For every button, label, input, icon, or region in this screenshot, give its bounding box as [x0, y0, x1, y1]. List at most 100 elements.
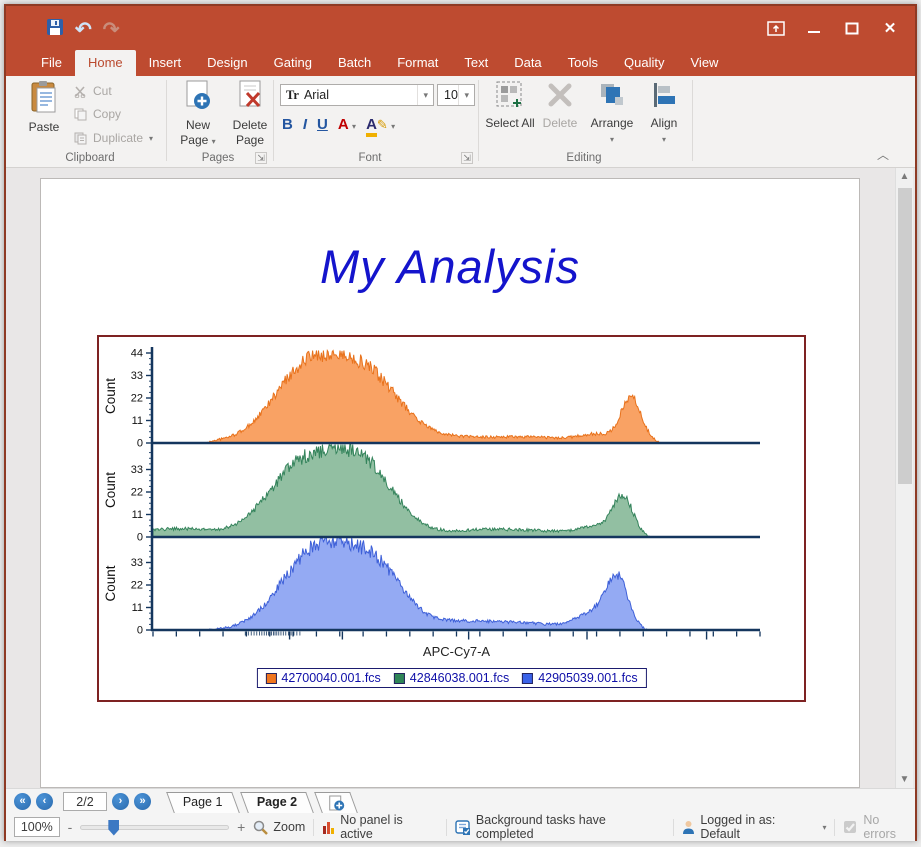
- legend-swatch-icon: [394, 673, 405, 684]
- background-tasks-status[interactable]: Background tasks have completed: [455, 813, 665, 841]
- menu-tab-gating[interactable]: Gating: [261, 50, 325, 76]
- dropdown-arrow-icon: ▾: [149, 134, 153, 143]
- delete-page-icon: [224, 80, 276, 115]
- align-button[interactable]: Align▾: [638, 80, 690, 145]
- scroll-down-icon[interactable]: ▼: [896, 771, 913, 788]
- page-title[interactable]: My Analysis: [41, 239, 859, 294]
- italic-button[interactable]: I: [303, 116, 307, 133]
- quick-access-toolbar: ↶ ↷: [46, 18, 120, 41]
- menu-tab-home[interactable]: Home: [75, 50, 136, 76]
- menu-tab-tools[interactable]: Tools: [555, 50, 611, 76]
- zoom-slider-thumb[interactable]: [108, 820, 119, 836]
- x-axis-label: APC-Cy7-A: [423, 644, 491, 659]
- login-status[interactable]: Logged in as: Default ▾: [682, 813, 826, 841]
- svg-text:33: 33: [131, 370, 143, 382]
- svg-text:44: 44: [131, 348, 143, 360]
- first-page-button[interactable]: «: [14, 793, 31, 810]
- page-tab-page-2[interactable]: Page 2: [240, 792, 314, 813]
- menu-tab-data[interactable]: Data: [501, 50, 554, 76]
- select-all-button[interactable]: Select All: [484, 80, 536, 131]
- menu-tab-quality[interactable]: Quality: [611, 50, 677, 76]
- pager-bar: « ‹ 2/2 › » Page 1Page 2: [6, 788, 915, 813]
- underline-button[interactable]: U: [317, 116, 328, 133]
- arrange-icon: [586, 80, 638, 113]
- maximize-icon[interactable]: [841, 18, 863, 38]
- menu-tab-insert[interactable]: Insert: [136, 50, 195, 76]
- minimize-icon[interactable]: [803, 18, 825, 38]
- scrollbar-thumb[interactable]: [898, 188, 912, 484]
- histogram-series-2: [153, 538, 760, 631]
- previous-page-button[interactable]: ‹: [36, 793, 53, 810]
- last-page-button[interactable]: »: [134, 793, 151, 810]
- menu-bar: FileHomeInsertDesignGatingBatchFormatTex…: [6, 49, 915, 76]
- ribbon: Paste Cut Copy Duplicate ▾ Clipboard New…: [6, 76, 915, 168]
- duplicate-icon: [74, 132, 87, 145]
- svg-text:0: 0: [137, 625, 143, 637]
- group-separator: [692, 80, 693, 161]
- collapse-ribbon-icon[interactable]: [765, 18, 787, 38]
- page-position[interactable]: 2/2: [63, 792, 107, 811]
- pages-dialog-launcher-icon[interactable]: ⇲: [255, 152, 267, 164]
- svg-text:22: 22: [131, 580, 143, 592]
- menu-tab-view[interactable]: View: [678, 50, 732, 76]
- vertical-scrollbar[interactable]: ▲ ▼: [895, 168, 913, 788]
- svg-text:22: 22: [131, 487, 143, 499]
- editing-group-label: Editing: [484, 152, 684, 164]
- cut-icon: [74, 85, 87, 98]
- zoom-tool[interactable]: Zoom: [253, 820, 305, 835]
- paste-button[interactable]: Paste: [18, 80, 70, 135]
- copy-icon: [74, 108, 87, 121]
- legend-swatch-icon: [522, 673, 533, 684]
- delete-page-button[interactable]: Delete Page: [224, 80, 276, 147]
- chart-legend[interactable]: 42700040.001.fcs42846038.001.fcs42905039…: [256, 668, 646, 688]
- next-page-button[interactable]: ›: [112, 793, 129, 810]
- dropdown-arrow-icon: ▾: [417, 85, 433, 105]
- arrange-button[interactable]: Arrange▾: [586, 80, 638, 145]
- no-errors-status: No errors: [843, 813, 915, 841]
- font-size-select[interactable]: 10 ▾: [437, 84, 475, 106]
- undo-icon[interactable]: ↶: [75, 20, 92, 40]
- dropdown-arrow-icon: ▾: [822, 823, 826, 832]
- zoom-in-label[interactable]: +: [237, 819, 245, 835]
- group-separator: [166, 80, 167, 161]
- y-axis-label: Count: [103, 472, 118, 508]
- bold-button[interactable]: B: [282, 116, 293, 133]
- histogram-chart[interactable]: 011223344Count0112233Count0112233CountAP…: [97, 335, 806, 702]
- page-tab-page-1[interactable]: Page 1: [166, 792, 239, 813]
- new-page-button[interactable]: New Page ▾: [172, 80, 224, 147]
- menu-tab-text[interactable]: Text: [451, 50, 501, 76]
- svg-text:0: 0: [137, 532, 143, 544]
- dropdown-arrow-icon: ▾: [610, 135, 614, 144]
- menu-tab-file[interactable]: File: [28, 50, 75, 76]
- check-icon: [843, 820, 858, 834]
- menu-tab-batch[interactable]: Batch: [325, 50, 384, 76]
- delete-button: Delete: [534, 80, 586, 131]
- zoom-value[interactable]: 100%: [14, 817, 60, 837]
- menu-tab-design[interactable]: Design: [194, 50, 260, 76]
- y-axis-label: Count: [103, 378, 118, 414]
- font-dialog-launcher-icon[interactable]: ⇲: [461, 152, 473, 164]
- dropdown-arrow-icon: ▾: [662, 135, 666, 144]
- collapse-ribbon-chevron-icon[interactable]: ︿: [877, 146, 889, 163]
- panel-status[interactable]: No panel is active: [322, 813, 438, 841]
- font-family-select[interactable]: Tr Arial ▾: [280, 84, 434, 106]
- font-color-button[interactable]: A ▾: [338, 116, 356, 133]
- save-icon[interactable]: [46, 18, 64, 41]
- add-page-tab[interactable]: [314, 792, 358, 813]
- legend-swatch-icon: [265, 673, 276, 684]
- scroll-up-icon[interactable]: ▲: [896, 168, 913, 185]
- close-icon[interactable]: ✕: [879, 18, 901, 38]
- magnifier-icon: [253, 820, 268, 835]
- svg-text:33: 33: [131, 464, 143, 476]
- zoom-slider[interactable]: [80, 825, 229, 830]
- tasks-icon: [455, 820, 471, 835]
- menu-tab-format[interactable]: Format: [384, 50, 451, 76]
- redo-icon: ↷: [103, 20, 120, 40]
- paste-icon: [18, 80, 70, 117]
- titlebar: ↶ ↷ ✕: [6, 6, 915, 49]
- highlight-button[interactable]: A✎ ▾: [366, 116, 395, 133]
- panel-bars-icon: [322, 820, 335, 834]
- cut-button: Cut: [74, 82, 112, 100]
- report-page[interactable]: My Analysis 011223344Count0112233Count01…: [40, 178, 860, 788]
- zoom-out-label[interactable]: -: [68, 819, 73, 835]
